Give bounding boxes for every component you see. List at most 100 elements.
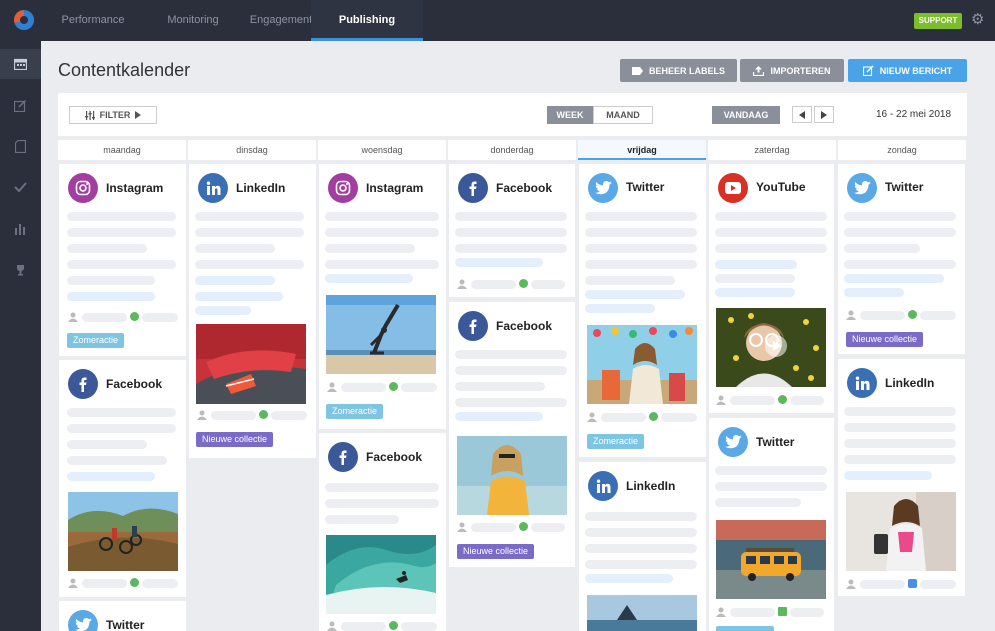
post-card[interactable]: Facebook [319, 433, 446, 631]
linkedin-icon [847, 368, 877, 398]
post-image[interactable] [846, 492, 956, 571]
network-name: LinkedIn [626, 479, 676, 493]
post-meta [457, 279, 567, 289]
user-icon [457, 522, 467, 532]
label-badge[interactable]: Nieuwe collectie [457, 544, 535, 559]
month-view-button[interactable]: MAAND [593, 106, 653, 124]
post-image[interactable] [457, 436, 567, 515]
date-range: 16 - 22 mei 2018 [876, 109, 952, 120]
post-card[interactable]: Facebook [59, 360, 186, 597]
post-image[interactable] [326, 535, 436, 614]
label-icon [631, 66, 643, 75]
network-name: Facebook [496, 319, 553, 333]
twitter-icon [718, 427, 748, 457]
linkedin-icon [198, 173, 228, 203]
prev-week-button[interactable] [792, 106, 812, 123]
instagram-icon [328, 173, 358, 203]
facebook-icon [328, 442, 358, 472]
day-header-vrijdag: vrijdag [578, 140, 706, 160]
label-badge[interactable]: Zomeractie [587, 434, 645, 449]
text-placeholder [67, 244, 147, 253]
twitter-icon [68, 610, 98, 631]
trophy-icon[interactable] [0, 255, 41, 285]
status-dot [908, 310, 917, 319]
gear-icon[interactable]: ⚙ [971, 12, 987, 28]
tab-publishing[interactable]: Publishing [311, 0, 423, 41]
network-name: Twitter [756, 435, 795, 449]
app-logo[interactable] [0, 0, 48, 41]
post-card[interactable]: LinkedIn Nieuwe collectie [189, 164, 316, 458]
label-badge[interactable]: Nieuwe collectie [196, 432, 274, 447]
post-meta [68, 312, 178, 322]
next-week-button[interactable] [814, 106, 834, 123]
post-card[interactable]: Facebook [449, 164, 575, 297]
manage-labels-label: BEHEER LABELS [648, 65, 725, 76]
twitter-icon [588, 173, 618, 203]
post-card[interactable]: Instagram Zomeractie [59, 164, 186, 356]
status-dot [259, 410, 268, 419]
calendar-icon[interactable] [0, 49, 41, 79]
today-button[interactable]: VANDAAG [712, 106, 780, 124]
post-card[interactable]: Twitter [59, 601, 186, 631]
post-video-thumbnail[interactable] [716, 308, 826, 387]
day-header-dinsdag: dinsdag [188, 140, 316, 160]
instagram-icon [68, 173, 98, 203]
new-post-label: NIEUW BERICHT [879, 65, 953, 76]
new-post-icon [862, 65, 874, 76]
new-post-button[interactable]: NIEUW BERICHT [848, 59, 967, 82]
status-square [908, 579, 917, 588]
check-icon[interactable] [0, 172, 41, 202]
network-name: Facebook [106, 377, 163, 391]
post-image[interactable] [716, 520, 826, 599]
status-square [778, 607, 787, 616]
week-view-button[interactable]: WEEK [547, 106, 593, 124]
label-badge[interactable] [716, 626, 774, 631]
text-placeholder [67, 260, 176, 269]
post-card[interactable]: Facebook Nieuwe collectie [449, 302, 575, 567]
post-image[interactable] [326, 295, 436, 374]
bar-chart-icon[interactable] [0, 214, 41, 244]
filter-button[interactable]: FILTER [69, 106, 157, 124]
label-badge[interactable]: Nieuwe collectie [846, 332, 924, 347]
post-card[interactable]: LinkedIn [838, 359, 965, 596]
sidebar [0, 41, 41, 631]
post-card[interactable]: LinkedIn [579, 462, 706, 631]
post-image[interactable] [587, 595, 697, 631]
tab-engagement[interactable]: Engagement [240, 0, 322, 41]
post-image[interactable] [196, 324, 306, 404]
manage-labels-button[interactable]: BEHEER LABELS [620, 59, 737, 82]
post-card[interactable]: Twitter Zomeractie [579, 164, 706, 457]
network-name: Twitter [885, 180, 924, 194]
post-meta [716, 395, 826, 405]
label-badge[interactable]: Zomeractie [67, 333, 125, 348]
edit-icon[interactable] [0, 90, 41, 120]
post-card[interactable]: Instagram Zomeractie [319, 164, 446, 429]
label-badge[interactable]: Zomeractie [326, 404, 384, 419]
post-meta [68, 578, 178, 588]
status-dot [649, 412, 658, 421]
tab-performance[interactable]: Performance [48, 0, 138, 41]
facebook-icon [458, 311, 488, 341]
post-image[interactable] [587, 325, 697, 404]
import-button[interactable]: IMPORTEREN [740, 59, 844, 82]
status-dot [389, 621, 398, 630]
post-image[interactable] [68, 492, 178, 571]
page-title: Contentkalender [58, 60, 191, 80]
support-button[interactable]: SUPPORT [914, 13, 962, 29]
tab-monitoring[interactable]: Monitoring [152, 0, 234, 41]
calendar-toolbar: FILTER WEEK MAAND VANDAAG 16 - 22 mei 20… [58, 93, 967, 136]
status-dot [130, 578, 139, 587]
post-meta [327, 621, 437, 631]
document-icon[interactable] [0, 131, 41, 161]
user-icon [197, 410, 207, 420]
text-placeholder [67, 276, 155, 285]
post-card[interactable]: Twitter Nieuwe collectie [838, 164, 965, 354]
post-meta [846, 579, 956, 589]
status-dot [130, 312, 139, 321]
post-card[interactable]: Twitter [709, 418, 834, 631]
caret-left-icon [799, 110, 805, 119]
user-icon [327, 621, 337, 631]
network-name: Facebook [496, 181, 553, 195]
youtube-icon [718, 173, 748, 203]
post-card[interactable]: YouTube [709, 164, 834, 413]
